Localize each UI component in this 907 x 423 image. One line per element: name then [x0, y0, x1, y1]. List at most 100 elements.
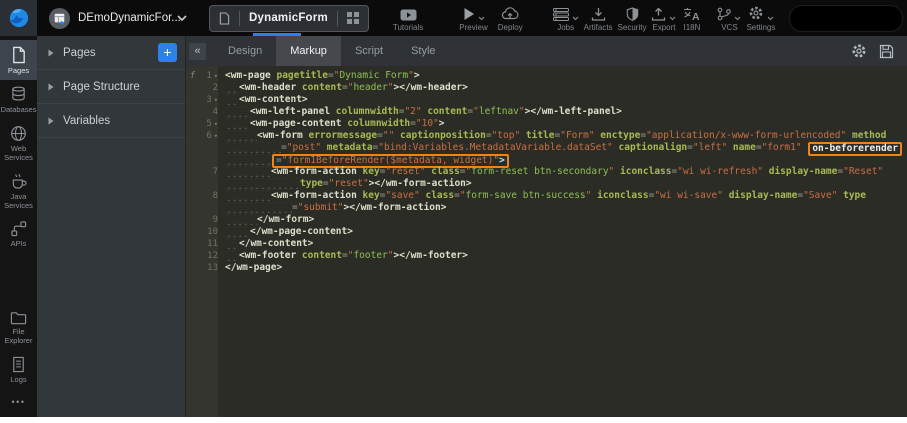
code-token: "post" — [287, 142, 327, 153]
code-line[interactable]: ="post" metadata="bind:Variables.Metadat… — [186, 142, 907, 154]
panel-section-page-structure[interactable]: Page Structure — [37, 70, 185, 104]
export-button[interactable]: Export — [651, 5, 676, 32]
preview-button[interactable]: Preview — [459, 5, 487, 32]
tab-design[interactable]: Design — [214, 36, 276, 66]
account-area[interactable] — [789, 5, 903, 32]
settings-button[interactable]: Settings — [746, 5, 775, 32]
indent-guide — [225, 238, 239, 249]
caret-right-icon — [48, 83, 54, 91]
rail-item-pages[interactable]: Pages — [0, 40, 37, 80]
vcs-button[interactable]: VCS — [717, 5, 741, 32]
code-token: footer — [353, 250, 387, 261]
code-token: </wm-form> — [257, 214, 314, 225]
project-selector[interactable]: DEmoDynamicFor... — [48, 7, 187, 30]
code-text: <wm-form-action key="save" class="form-s… — [220, 190, 866, 202]
artifacts-button[interactable]: Artifacts — [584, 5, 613, 32]
fold-caret-icon[interactable]: ▾ — [214, 70, 218, 82]
panel-section-variables[interactable]: Variables — [37, 104, 185, 138]
line-gutter — [186, 202, 220, 214]
wavemaker-logo[interactable] — [0, 0, 37, 36]
code-line[interactable]: 2<wm-header content="header"></wm-header… — [186, 82, 907, 94]
code-token: <wm-footer — [239, 250, 302, 261]
code-line[interactable]: f1▾<wm-page pagetitle="Dynamic Form"> — [186, 70, 907, 82]
code-token: "reset" — [329, 178, 369, 189]
tutorials-button[interactable]: Tutorials — [393, 5, 423, 32]
grid-icon[interactable] — [347, 12, 359, 24]
wavemaker-studio: DEmoDynamicFor... DynamicForm Tutorials — [0, 0, 907, 417]
code-text: <wm-header content="header"></wm-header> — [220, 82, 468, 94]
code-text: <wm-page pagetitle="Dynamic Form"> — [220, 70, 420, 82]
editor-actions — [851, 43, 894, 59]
code-line[interactable]: 6▾<wm-form errormessage="" captionpositi… — [186, 130, 907, 142]
code-text: </wm-page-content> — [220, 226, 353, 238]
code-line[interactable]: 12<wm-footer content="footer"></wm-foote… — [186, 250, 907, 262]
indent-guide — [225, 106, 250, 117]
code-line[interactable]: ="form1BeforeRender($metadata, widget)"> — [186, 154, 907, 166]
code-line[interactable]: 8<wm-form-action key="save" class="form-… — [186, 190, 907, 202]
fold-caret-icon[interactable]: ▾ — [214, 118, 218, 130]
tab-script[interactable]: Script — [341, 36, 397, 66]
divider — [337, 11, 338, 26]
indent-guide — [225, 166, 271, 177]
file-explorer-folder-icon — [10, 310, 27, 325]
rail-item-logs[interactable]: Logs — [0, 350, 37, 389]
fold-caret-icon[interactable]: ▾ — [214, 130, 218, 142]
code-token: key — [363, 190, 380, 201]
save-icon[interactable] — [879, 44, 894, 59]
code-token: <wm-content> — [239, 94, 308, 105]
tab-style[interactable]: Style — [397, 36, 449, 66]
i18n-button[interactable]: A I18N — [683, 5, 700, 32]
tab-markup[interactable]: Markup — [276, 36, 341, 66]
code-token: </wm-page-content> — [250, 226, 353, 237]
code-text: ="post" metadata="bind:Variables.Metadat… — [220, 142, 903, 154]
rail-item-file-explorer[interactable]: File Explorer — [0, 304, 37, 350]
code-line[interactable]: ="submit"></wm-form-action> — [186, 202, 907, 214]
rail-item-apis[interactable]: APIs — [0, 215, 37, 253]
code-line[interactable]: 10</wm-page-content> — [186, 226, 907, 238]
code-line[interactable]: 11</wm-content> — [186, 238, 907, 250]
code-token: "submit" — [298, 202, 344, 213]
code-line[interactable]: type="reset"></wm-form-action> — [186, 178, 907, 190]
code-line[interactable]: 3▾<wm-content> — [186, 94, 907, 106]
indent-guide — [225, 250, 239, 261]
code-area[interactable]: f1▾<wm-page pagetitle="Dynamic Form">2<w… — [186, 66, 907, 417]
code-token: <wm-page — [225, 70, 276, 81]
tutorials-icon — [400, 9, 417, 21]
line-number: 6 — [206, 130, 211, 142]
code-token: </wm-content> — [239, 238, 313, 249]
indent-guide — [225, 130, 257, 141]
code-line[interactable]: 5▾<wm-page-content columnwidth="10"> — [186, 118, 907, 130]
caret-right-icon — [48, 117, 54, 125]
chevron-down-icon — [669, 16, 676, 21]
code-line[interactable]: 4<wm-left-panel columnwidth="2" content=… — [186, 106, 907, 118]
code-line[interactable]: 9</wm-form> — [186, 214, 907, 226]
gutter-marker: f — [186, 70, 195, 82]
rail-item-java-services[interactable]: Java Services — [0, 167, 37, 215]
rail-item-databases[interactable]: Databases — [0, 80, 37, 119]
add-page-button[interactable]: + — [158, 43, 177, 62]
deploy-button[interactable]: Deploy — [498, 5, 523, 32]
code-text: <wm-footer content="footer"></wm-footer> — [220, 250, 468, 262]
code-line[interactable]: 13</wm-page> — [186, 262, 907, 274]
indent-guide — [225, 118, 250, 129]
page-tab[interactable]: DynamicForm — [209, 5, 369, 32]
editor-tab-bar: « Design Markup Script Style — [186, 36, 907, 66]
code-line[interactable]: 7<wm-form-action key="reset" class="form… — [186, 166, 907, 178]
code-text: </wm-page> — [220, 262, 282, 274]
jobs-button[interactable]: Jobs — [553, 5, 579, 32]
code-token: <wm-page-content — [250, 118, 347, 129]
fold-caret-icon[interactable]: ▾ — [214, 94, 218, 106]
security-button[interactable]: Security — [618, 5, 647, 32]
code-token: <wm-form — [257, 130, 308, 141]
export-upload-icon — [651, 7, 666, 21]
more-options-button[interactable]: ••• — [0, 389, 37, 417]
code-token: captionalign — [619, 142, 688, 153]
rail-item-web-services[interactable]: Web Services — [0, 119, 37, 167]
line-number: 5 — [206, 118, 211, 130]
chevron-down-icon — [734, 16, 741, 21]
panel-section-pages[interactable]: Pages + — [37, 36, 185, 70]
collapse-panel-button[interactable]: « — [189, 43, 206, 60]
code-token: columnwidth — [336, 106, 399, 117]
editor-settings-gear-icon[interactable] — [851, 43, 867, 59]
code-token: > — [414, 70, 420, 81]
